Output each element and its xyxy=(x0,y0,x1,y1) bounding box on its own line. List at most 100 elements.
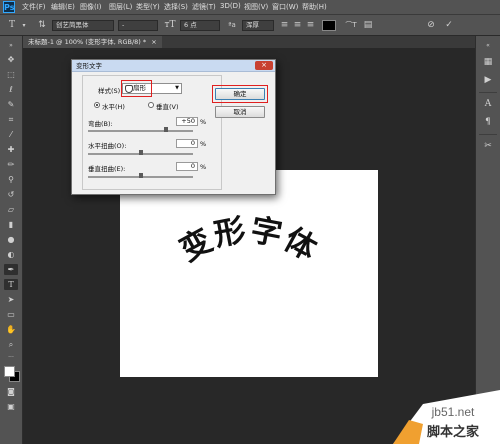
marquee-tool-icon[interactable]: ⬚ xyxy=(4,69,18,80)
gradient-tool-icon[interactable]: ▮ xyxy=(4,219,18,230)
document-tab-close-icon[interactable]: × xyxy=(151,38,156,46)
bend-label: 弯曲(B): xyxy=(88,120,113,128)
move-tool-icon[interactable]: ✥ xyxy=(4,54,18,65)
tools-panel: » ✥ ⬚ ℓ ✎ ⌗ ⁄ ✚ ✏ ⚲ ↺ ▱ ▮ ● ◐ ✒ T ➤ ▭ ✋ … xyxy=(0,36,23,444)
photoshop-logo: Ps xyxy=(3,1,15,13)
blur-tool-icon[interactable]: ● xyxy=(4,234,18,245)
close-icon[interactable]: × xyxy=(255,61,273,70)
crop-tool-icon[interactable]: ⌗ xyxy=(4,114,18,125)
menu-filter[interactable]: 滤镜(T) xyxy=(192,2,216,12)
zoom-tool-icon[interactable]: ⌕ xyxy=(4,339,18,350)
warp-text-dialog: 变形文字 × 样式(S): 扇形 ▼ 水平(H) 垂直(V) 弯曲(B): +5… xyxy=(71,59,276,195)
align-right-icon[interactable]: ≡ xyxy=(305,20,316,31)
warped-text: 变形字体 xyxy=(174,212,322,269)
character-panel-icon[interactable]: A xyxy=(482,98,494,110)
tool-presets-icon[interactable]: ✂ xyxy=(482,140,494,152)
quick-select-tool-icon[interactable]: ✎ xyxy=(4,99,18,110)
panel-divider xyxy=(479,92,497,93)
bend-slider-track[interactable] xyxy=(88,130,193,132)
shape-tool-icon[interactable]: ▭ xyxy=(4,309,18,320)
type-tool-icon[interactable]: T xyxy=(4,279,18,290)
document-tab[interactable]: 未标题-1 @ 100% (变形字体, RGB/8) * × xyxy=(23,36,162,48)
percent-sign: % xyxy=(200,163,207,171)
commit-check-icon[interactable]: ✓ xyxy=(443,20,455,31)
pen-tool-icon[interactable]: ✒ xyxy=(4,264,18,275)
hand-tool-icon[interactable]: ✋ xyxy=(4,324,18,335)
align-center-icon[interactable]: ≡ xyxy=(292,20,303,31)
warped-text-layer[interactable]: 变形字体 xyxy=(120,170,378,377)
font-size-icon: ᴛT xyxy=(164,20,176,30)
menu-bar: Ps 文件(F) 编辑(E) 图像(I) 图层(L) 类型(Y) 选择(S) 滤… xyxy=(0,0,500,14)
horizontal-radio[interactable] xyxy=(94,102,100,108)
vertical-distortion-input[interactable]: 0 xyxy=(176,162,198,171)
cancel-button[interactable]: 取消 xyxy=(215,106,265,118)
character-panel-icon[interactable]: ▤ xyxy=(362,20,374,31)
align-left-icon[interactable]: ≡ xyxy=(279,20,290,31)
cancel-icon[interactable]: ⊘ xyxy=(425,20,437,31)
ok-highlight-box xyxy=(212,85,268,103)
bend-slider-thumb[interactable] xyxy=(163,127,168,132)
antialias-icon: ªa xyxy=(228,21,236,29)
tool-preset-caret-icon[interactable]: ▾ xyxy=(21,20,27,31)
antialias-select[interactable]: 浑厚 xyxy=(242,20,274,31)
font-family-select[interactable]: 创艺简黑体 xyxy=(52,20,114,31)
vertical-distortion-slider-thumb[interactable] xyxy=(138,173,143,178)
menu-select[interactable]: 选择(S) xyxy=(164,2,188,12)
menu-help[interactable]: 帮助(H) xyxy=(302,2,327,12)
foreground-color-swatch[interactable] xyxy=(4,366,15,377)
horizontal-label: 水平(H) xyxy=(102,103,125,111)
chevron-down-icon: ▼ xyxy=(175,85,179,91)
history-panel-icon[interactable]: ▦ xyxy=(482,56,494,68)
vertical-distortion-label: 垂直扭曲(E): xyxy=(88,165,126,173)
svg-text:变形字体: 变形字体 xyxy=(174,212,324,269)
horizontal-distortion-slider-thumb[interactable] xyxy=(138,150,143,155)
font-size-field[interactable]: 6 点 xyxy=(180,20,220,31)
text-orientation-icon[interactable]: ⇅ xyxy=(36,20,48,31)
clone-stamp-tool-icon[interactable]: ⚲ xyxy=(4,174,18,185)
eraser-tool-icon[interactable]: ▱ xyxy=(4,204,18,215)
document-canvas[interactable]: 变形字体 xyxy=(120,170,378,377)
vertical-label: 垂直(V) xyxy=(156,103,179,111)
percent-sign: % xyxy=(200,140,207,148)
quick-mask-icon[interactable]: ◙ xyxy=(4,386,18,397)
screen-mode-icon[interactable]: ▣ xyxy=(4,401,18,412)
site-watermark: jb51.net 脚本之家 xyxy=(393,390,500,444)
percent-sign: % xyxy=(200,118,207,126)
text-color-swatch[interactable] xyxy=(322,20,336,31)
menu-edit[interactable]: 编辑(E) xyxy=(51,2,75,12)
horizontal-distortion-input[interactable]: 0 xyxy=(176,139,198,148)
menu-view[interactable]: 视图(V) xyxy=(244,2,268,12)
lasso-tool-icon[interactable]: ℓ xyxy=(4,84,18,95)
horizontal-distortion-label: 水平扭曲(O): xyxy=(88,142,127,150)
menu-window[interactable]: 窗口(W) xyxy=(272,2,298,12)
menu-file[interactable]: 文件(F) xyxy=(22,2,46,12)
brush-tool-icon[interactable]: ✏ xyxy=(4,159,18,170)
watermark-name: 脚本之家 xyxy=(427,424,480,440)
actions-panel-icon[interactable]: ▶ xyxy=(482,74,494,86)
document-tab-bar: 未标题-1 @ 100% (变形字体, RGB/8) * × xyxy=(23,36,500,48)
options-bar: T ▾ ⇅ 创艺简黑体 - ᴛT 6 点 ªa 浑厚 ≡ ≡ ≡ ⌒T ▤ ⊘ … xyxy=(0,14,500,36)
menu-layer[interactable]: 图层(L) xyxy=(109,2,132,12)
document-tab-label: 未标题-1 @ 100% (变形字体, RGB/8) * xyxy=(28,38,147,46)
healing-brush-tool-icon[interactable]: ✚ xyxy=(4,144,18,155)
menu-type[interactable]: 类型(Y) xyxy=(136,2,160,12)
more-tools-icon[interactable]: ··· xyxy=(4,352,18,363)
paragraph-panel-icon[interactable]: ¶ xyxy=(482,116,494,128)
collapse-arrows-icon[interactable]: » xyxy=(4,40,18,51)
eyedropper-tool-icon[interactable]: ⁄ xyxy=(4,129,18,140)
type-icon[interactable]: T xyxy=(6,20,18,31)
path-select-tool-icon[interactable]: ➤ xyxy=(4,294,18,305)
menu-image[interactable]: 图像(I) xyxy=(80,2,102,12)
collapse-arrows-icon[interactable]: « xyxy=(482,40,494,52)
vertical-radio[interactable] xyxy=(148,102,154,108)
history-brush-tool-icon[interactable]: ↺ xyxy=(4,189,18,200)
warp-text-icon[interactable]: ⌒T xyxy=(345,20,357,31)
panel-divider xyxy=(479,134,497,135)
menu-3d[interactable]: 3D(D) xyxy=(220,2,241,10)
watermark-site: jb51.net xyxy=(431,405,475,419)
style-highlight-box xyxy=(121,80,152,97)
bend-input[interactable]: +50 xyxy=(176,117,198,126)
dodge-tool-icon[interactable]: ◐ xyxy=(4,249,18,260)
dialog-title: 变形文字 xyxy=(72,60,275,72)
font-style-select[interactable]: - xyxy=(118,20,158,31)
